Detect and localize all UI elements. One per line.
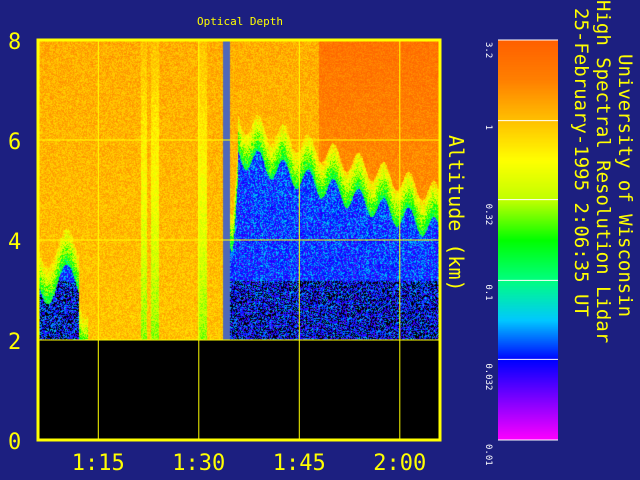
colorbar-tick-label: 0.032 [483, 363, 493, 390]
x-tick-label: 1:45 [273, 451, 326, 476]
y-tick-label: 6 [8, 130, 21, 155]
colorbar-tick-label: 0.1 [483, 284, 493, 300]
x-tick-label: 1:30 [172, 451, 225, 476]
axes-overlay: 3.2 1 0.32 0.1 0.032 0.01 0 2 4 6 8 1:15 1:30 1:45 2:0… [8, 30, 558, 476]
lidar-figure: Optical Depth 3.2 1 0.32 0.1 0.032 0.01 0 2 4 6 8 1… [0, 0, 640, 480]
x-tick-label: 2:00 [373, 451, 426, 476]
y-axis-label: Altitude (km) [444, 135, 468, 292]
caption-institution: University of Wisconsin [614, 54, 636, 318]
y-tick-label: 4 [8, 230, 21, 255]
colorbar-tick-label: 0.01 [483, 444, 493, 466]
x-tick-label: 1:15 [72, 451, 125, 476]
y-tick-label: 0 [8, 430, 21, 455]
y-tick-label: 2 [8, 330, 21, 355]
y-tick-label: 8 [8, 30, 21, 55]
colorbar-tick-label: 0.32 [483, 204, 493, 226]
caption-instrument: High Spectral Resolution Lidar [592, 0, 614, 344]
colorbar-tick-label: 1 [483, 125, 493, 130]
caption-timestamp: 25-February-1995 2:06:35 UT [570, 8, 592, 317]
colorbar-tick-label: 3.2 [483, 42, 493, 58]
